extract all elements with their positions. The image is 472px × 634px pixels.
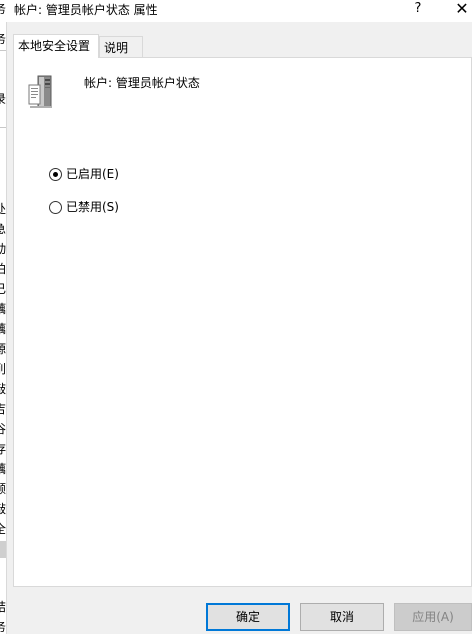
background-char: 处 (0, 202, 6, 216)
cancel-button[interactable]: 取消 (300, 603, 384, 631)
enabled-radio-label[interactable]: 已启用(E) (66, 166, 119, 182)
background-char: 源 (0, 342, 6, 356)
background-scroll-block (0, 541, 6, 558)
background-window: 务 务 录 处 急 动 拍 已 藕 藕 源 削 敲 吉 谷 存 藕 顾 敲 全 … (0, 0, 7, 634)
title-bar[interactable]: 帐户: 管理员帐户状态 属性 ? ✕ (6, 0, 472, 22)
apply-button[interactable]: 应用(A) (394, 603, 472, 631)
background-char: 存 (0, 442, 6, 456)
background-char: 务 (0, 32, 6, 46)
background-char: 藕 (0, 462, 6, 476)
ok-button[interactable]: 确定 (206, 603, 290, 631)
background-char: 削 (0, 362, 6, 376)
close-button[interactable]: ✕ (450, 0, 472, 20)
background-char: 务 (0, 620, 6, 634)
server-computer-icon (28, 75, 52, 108)
background-char: 动 (0, 242, 6, 256)
tab-local-security-setting[interactable]: 本地安全设置 (13, 34, 99, 58)
background-char: 藕 (0, 322, 6, 336)
help-button[interactable]: ? (406, 0, 430, 20)
properties-dialog: 务 务 录 处 急 动 拍 已 藕 藕 源 削 敲 吉 谷 存 藕 顾 敲 全 … (0, 0, 472, 634)
background-char: 录 (0, 92, 6, 106)
background-char: 谷 (0, 422, 6, 436)
tab-panel: 帐户: 管理员帐户状态 已启用(E) 已禁用(S) (13, 57, 472, 587)
background-char: 结 (0, 600, 6, 614)
background-char: 全 (0, 522, 6, 536)
background-char: 吉 (0, 402, 6, 416)
enabled-radio[interactable] (49, 167, 62, 181)
disabled-radio-label[interactable]: 已禁用(S) (66, 199, 119, 215)
enabled-radio-option[interactable]: 已启用(E) (49, 165, 119, 183)
background-char: 敲 (0, 382, 6, 396)
background-char: 顾 (0, 482, 6, 496)
disabled-radio[interactable] (49, 200, 62, 214)
background-char: 已 (0, 282, 6, 296)
background-char: 拍 (0, 262, 6, 276)
background-char: 藕 (0, 302, 6, 316)
policy-name: 帐户: 管理员帐户状态 (84, 76, 200, 90)
radio-selected-dot (53, 171, 58, 177)
background-divider (0, 127, 6, 128)
background-divider (0, 50, 6, 51)
window-title: 帐户: 管理员帐户状态 属性 (14, 3, 158, 17)
background-char: 急 (0, 222, 6, 236)
tab-explain[interactable]: 说明 (99, 36, 143, 58)
disabled-radio-option[interactable]: 已禁用(S) (49, 198, 119, 216)
background-char: 敲 (0, 502, 6, 516)
